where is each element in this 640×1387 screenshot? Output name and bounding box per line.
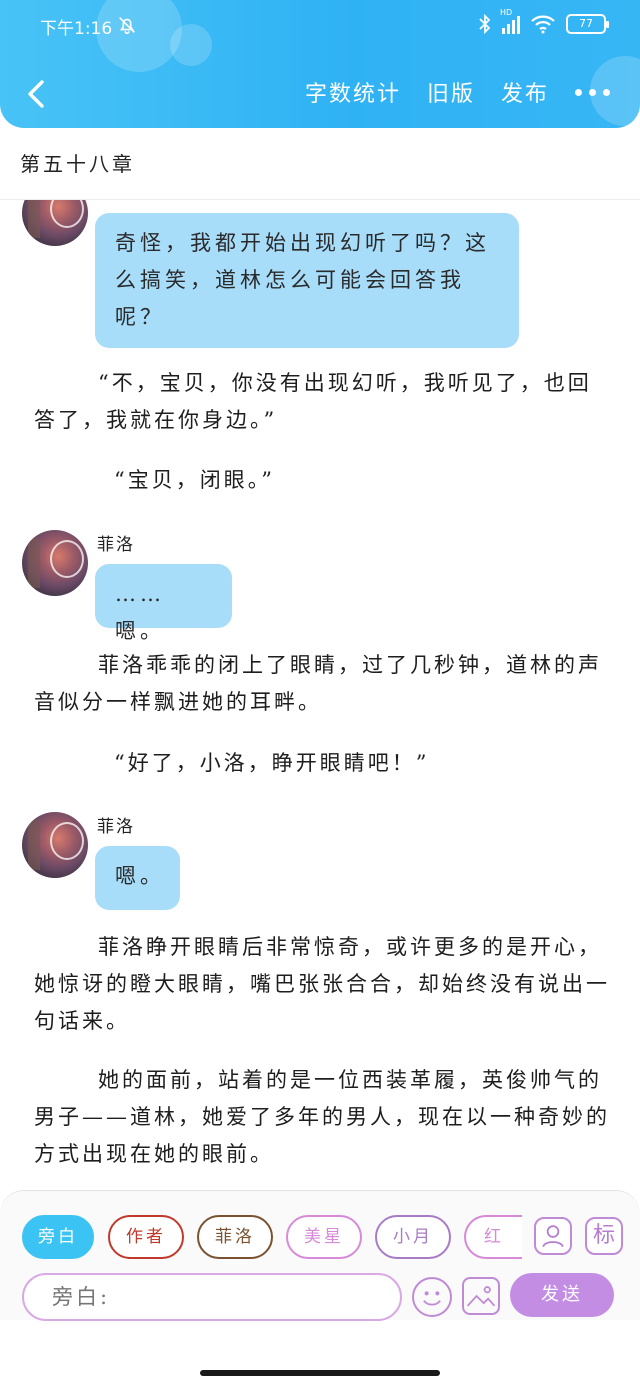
role-selector: 旁白 作者 菲洛 美星 小月 红叶 标 (22, 1215, 623, 1259)
app-header: 下午1:16 HD 77 字数统计 旧版 发布 (0, 0, 640, 128)
role-chip-feiluo[interactable]: 菲洛 (197, 1215, 273, 1259)
narration-paragraph[interactable]: 她的面前，站着的是一位西装革履，英俊帅气的男子——道林，她爱了多年的男人，现在以… (34, 1062, 614, 1173)
emoji-icon[interactable] (412, 1277, 452, 1317)
status-time: 下午1:16 (40, 19, 113, 39)
input-row: 发送 (22, 1273, 622, 1321)
chapter-title[interactable]: 第五十八章 (20, 148, 135, 177)
role-chip-label: 红叶 (484, 1227, 504, 1247)
top-nav: 字数统计 旧版 发布 (0, 64, 640, 122)
narration-paragraph[interactable]: 菲洛睁开眼睛后非常惊奇，或许更多的是开心，她惊讶的瞪大眼睛，嘴巴张张合合，却始终… (34, 929, 614, 1040)
image-icon[interactable] (462, 1277, 500, 1315)
bluetooth-icon (479, 14, 491, 34)
narration-paragraph[interactable]: “宝贝，闭眼。” (34, 462, 614, 499)
avatar[interactable] (22, 200, 88, 246)
old-version-button[interactable]: 旧版 (427, 76, 475, 108)
composer-panel: 旁白 作者 菲洛 美星 小月 红叶 标 发送 (0, 1190, 640, 1321)
network-type: HD (500, 8, 513, 17)
dialogue-bubble[interactable]: 奇怪，我都开始出现幻听了吗？这么搞笑，道林怎么可能会回答我呢？ (95, 213, 519, 348)
narration-paragraph[interactable]: “好了，小洛，睁开眼睛吧！” (34, 745, 614, 782)
back-arrow-icon[interactable] (20, 74, 56, 114)
story-content[interactable]: 奇怪，我都开始出现幻听了吗？这么搞笑，道林怎么可能会回答我呢？ “不，宝贝，你没… (0, 200, 640, 1190)
speaker-name: 菲洛 (97, 535, 135, 555)
status-icons: HD 77 (478, 8, 609, 34)
status-bar: 下午1:16 HD 77 (0, 0, 640, 56)
dialogue-bubble[interactable]: 嗯。 (95, 846, 180, 910)
send-button[interactable]: 发送 (510, 1273, 614, 1317)
role-chip-meixing[interactable]: 美星 (286, 1215, 362, 1259)
character-profile-icon[interactable] (534, 1217, 572, 1255)
battery-indicator: 77 (566, 14, 609, 34)
avatar[interactable] (22, 812, 88, 878)
publish-button[interactable]: 发布 (501, 76, 549, 108)
dialogue-bubble[interactable]: ……嗯。 (95, 564, 232, 643)
home-indicator[interactable] (200, 1370, 440, 1376)
role-chip-xiaoyue[interactable]: 小月 (375, 1215, 451, 1259)
role-chip-narrator[interactable]: 旁白 (22, 1215, 94, 1259)
nav-actions: 字数统计 旧版 发布 (305, 76, 610, 108)
role-chip-author[interactable]: 作者 (108, 1215, 184, 1259)
narration-paragraph[interactable]: “不，宝贝，你没有出现幻听，我听见了，也回答了，我就在你身边。” (34, 365, 614, 439)
mute-bell-icon (119, 17, 135, 35)
word-count-button[interactable]: 字数统计 (305, 76, 401, 108)
avatar[interactable] (22, 530, 88, 596)
mark-button[interactable]: 标 (585, 1217, 623, 1255)
message-input[interactable] (22, 1273, 402, 1321)
chapter-bar: 第五十八章 (0, 128, 640, 200)
signal-icon: HD (500, 8, 520, 34)
role-chip-hongye[interactable]: 红叶 (464, 1215, 522, 1259)
speaker-name: 菲洛 (97, 817, 135, 837)
more-options-icon[interactable] (575, 81, 610, 104)
wifi-icon (531, 15, 555, 34)
narration-paragraph[interactable]: 菲洛乖乖的闭上了眼睛，过了几秒钟，道林的声音似分一样飘进她的耳畔。 (34, 647, 614, 721)
